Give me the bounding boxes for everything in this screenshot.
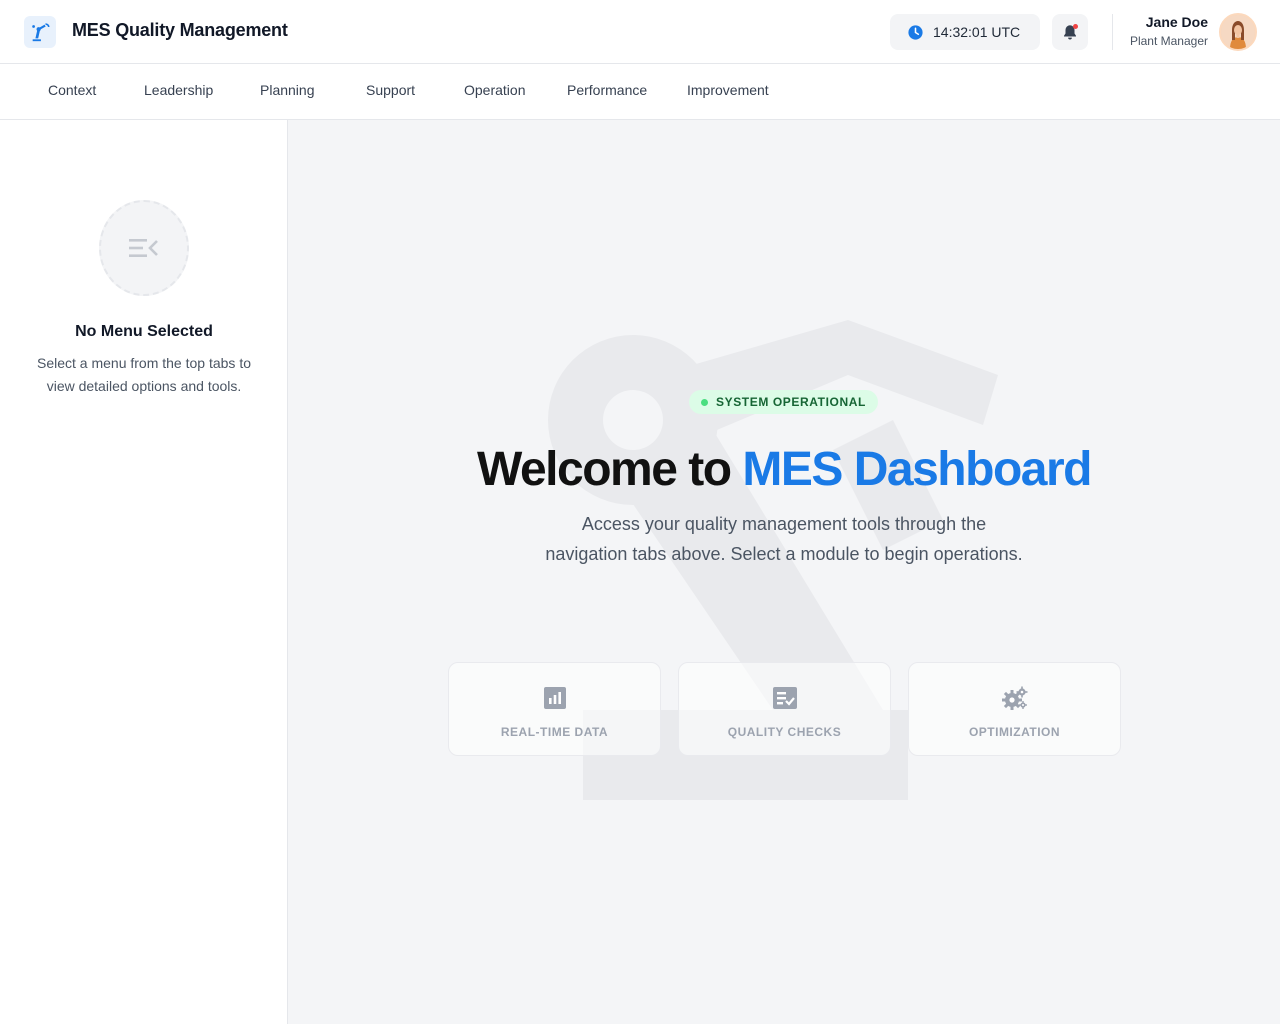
feature-card-optimization[interactable]: OPTIMIZATION [908,662,1121,756]
welcome-prefix: Welcome to [477,443,732,496]
notification-dot [1073,24,1078,29]
robot-arm-icon [32,23,50,42]
feature-card-realtime[interactable]: REAL-TIME DATA [448,662,661,756]
checklist-icon [772,687,797,709]
clock-icon [908,24,923,40]
user-name: Jane Doe [1145,14,1208,30]
feature-label: QUALITY CHECKS [727,725,842,739]
feature-card-quality[interactable]: QUALITY CHECKS [678,662,891,756]
main-content: SYSTEM OPERATIONAL Welcome to MES Dashbo… [288,120,1280,1024]
app-logo[interactable] [24,16,56,48]
header-divider [1112,14,1113,50]
feature-label: REAL-TIME DATA [500,725,609,739]
tab-operation[interactable]: Operation [464,82,525,98]
tab-planning[interactable]: Planning [260,82,315,98]
empty-state-title: No Menu Selected [75,323,213,340]
tab-support[interactable]: Support [366,82,415,98]
bar-chart-icon [543,687,566,709]
welcome-heading: Welcome to MES Dashboard [288,442,1280,497]
tab-leadership[interactable]: Leadership [144,82,213,98]
status-dot [701,398,708,406]
gears-icon [1001,686,1027,710]
notifications-button[interactable] [1052,14,1088,50]
avatar-portrait [1221,15,1255,49]
empty-state-circle [99,200,189,296]
clock-display: 14:32:01 UTC [890,14,1040,50]
menu-collapse-icon [129,239,158,257]
user-avatar[interactable] [1219,13,1257,51]
tab-performance[interactable]: Performance [567,82,647,98]
status-badge: SYSTEM OPERATIONAL [689,390,878,414]
user-role: Plant Manager [1129,34,1208,48]
main-tab-bar: Context Leadership Planning Support Oper… [0,64,1280,120]
clock-time: 14:32:01 UTC [933,24,1021,40]
intro-text: Access your quality management tools thr… [545,514,1023,564]
sidebar: No Menu Selected Select a menu from the … [0,120,288,1024]
top-header: MES Quality Management 14:32:01 UTC Jane… [0,0,1280,64]
tab-improvement[interactable]: Improvement [687,82,769,98]
welcome-highlight: MES Dashboard [742,443,1092,496]
feature-label: OPTIMIZATION [968,725,1061,739]
empty-state-text: Select a menu from the top tabs to view … [36,355,251,394]
app-title: MES Quality Management [72,20,288,40]
tab-context[interactable]: Context [48,82,96,98]
status-text: SYSTEM OPERATIONAL [716,395,866,409]
